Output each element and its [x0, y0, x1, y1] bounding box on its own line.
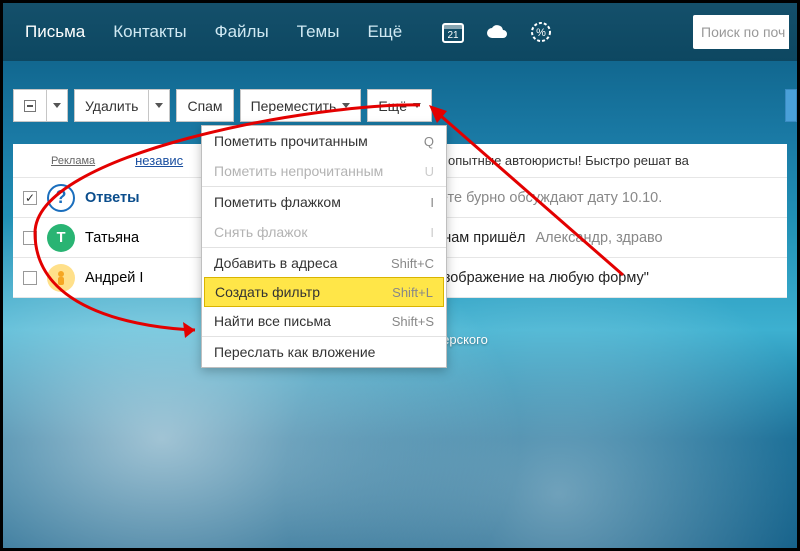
avatar: ? — [47, 184, 75, 212]
mail-toolbar: Удалить Спам Переместить Ещё — [13, 89, 797, 122]
top-bar: Письма Контакты Файлы Темы Ещё 21 % Поис… — [3, 3, 797, 61]
promo-icon[interactable]: % — [528, 19, 554, 45]
sender-name: Ответы — [85, 190, 195, 206]
top-nav: Письма Контакты Файлы Темы Ещё — [11, 3, 416, 61]
search-input[interactable]: Поиск по поч — [693, 15, 789, 49]
menu-mark-read[interactable]: Пометить прочитанным Q — [202, 126, 446, 156]
nav-tab-themes[interactable]: Темы — [283, 3, 354, 61]
sender-name: Татьяна — [85, 230, 195, 246]
menu-label: Пометить непрочитанным — [214, 163, 383, 179]
svg-text:21: 21 — [448, 30, 460, 41]
checkbox-icon — [24, 100, 36, 112]
subject-preview: Александр, здраво — [535, 230, 662, 246]
move-label: Переместить — [251, 98, 337, 114]
menu-flag[interactable]: Пометить флажком I — [202, 187, 446, 217]
menu-add-to-contacts[interactable]: Добавить в адреса Shift+C — [202, 248, 446, 278]
menu-shortcut: I — [430, 195, 434, 210]
ad-label: Реклама — [51, 155, 95, 167]
caret-down-icon — [342, 103, 350, 108]
top-icons: 21 % — [440, 19, 554, 45]
menu-find-all[interactable]: Найти все письма Shift+S — [202, 306, 446, 336]
more-label: Ещё — [378, 98, 407, 114]
select-all-button[interactable] — [13, 89, 46, 122]
menu-shortcut: Q — [424, 134, 434, 149]
menu-shortcut: Shift+C — [391, 256, 434, 271]
nav-tab-mail[interactable]: Письма — [11, 3, 99, 61]
caret-down-icon — [53, 103, 61, 108]
row-checkbox[interactable] — [23, 191, 37, 205]
menu-label: Добавить в адреса — [214, 255, 337, 271]
menu-shortcut: Shift+L — [392, 285, 433, 300]
menu-label: Снять флажок — [214, 224, 307, 240]
more-button[interactable]: Ещё — [367, 89, 432, 122]
avatar: Т — [47, 224, 75, 252]
caret-down-icon — [155, 103, 163, 108]
menu-label: Найти все письма — [214, 313, 331, 329]
avatar — [47, 264, 75, 292]
calendar-icon[interactable]: 21 — [440, 19, 466, 45]
cloud-icon[interactable] — [484, 19, 510, 45]
spam-button[interactable]: Спам — [176, 89, 233, 122]
nav-tab-more[interactable]: Ещё — [353, 3, 416, 61]
select-all-dropdown[interactable] — [46, 89, 68, 122]
menu-unflag: Снять флажок I — [202, 217, 446, 247]
menu-label: Переслать как вложение — [214, 344, 375, 360]
side-panel-button[interactable] — [785, 89, 797, 122]
menu-shortcut: I — [430, 225, 434, 240]
menu-forward-attachment[interactable]: Переслать как вложение — [202, 337, 446, 367]
move-button[interactable]: Переместить — [240, 89, 362, 122]
menu-label: Пометить флажком — [214, 194, 341, 210]
ad-link[interactable]: независ — [135, 153, 183, 168]
menu-shortcut: U — [425, 164, 434, 179]
nav-tab-files[interactable]: Файлы — [201, 3, 283, 61]
sender-name: Андрей І — [85, 270, 195, 286]
nav-tab-contacts[interactable]: Контакты — [99, 3, 200, 61]
svg-text:%: % — [536, 27, 546, 39]
menu-label: Создать фильтр — [215, 284, 320, 300]
app-frame: Письма Контакты Файлы Темы Ещё 21 % Поис… — [0, 0, 800, 551]
delete-split: Удалить — [74, 89, 170, 122]
menu-shortcut: Shift+S — [392, 314, 434, 329]
more-dropdown-menu: Пометить прочитанным Q Пометить непрочита… — [201, 125, 447, 368]
row-checkbox[interactable] — [23, 271, 37, 285]
menu-mark-unread: Пометить непрочитанным U — [202, 156, 446, 186]
menu-label: Пометить прочитанным — [214, 133, 368, 149]
menu-create-filter[interactable]: Создать фильтр Shift+L — [204, 277, 444, 307]
caret-down-icon — [413, 103, 421, 108]
delete-dropdown[interactable] — [148, 89, 170, 122]
select-all-split — [13, 89, 68, 122]
row-checkbox[interactable] — [23, 231, 37, 245]
delete-button[interactable]: Удалить — [74, 89, 148, 122]
